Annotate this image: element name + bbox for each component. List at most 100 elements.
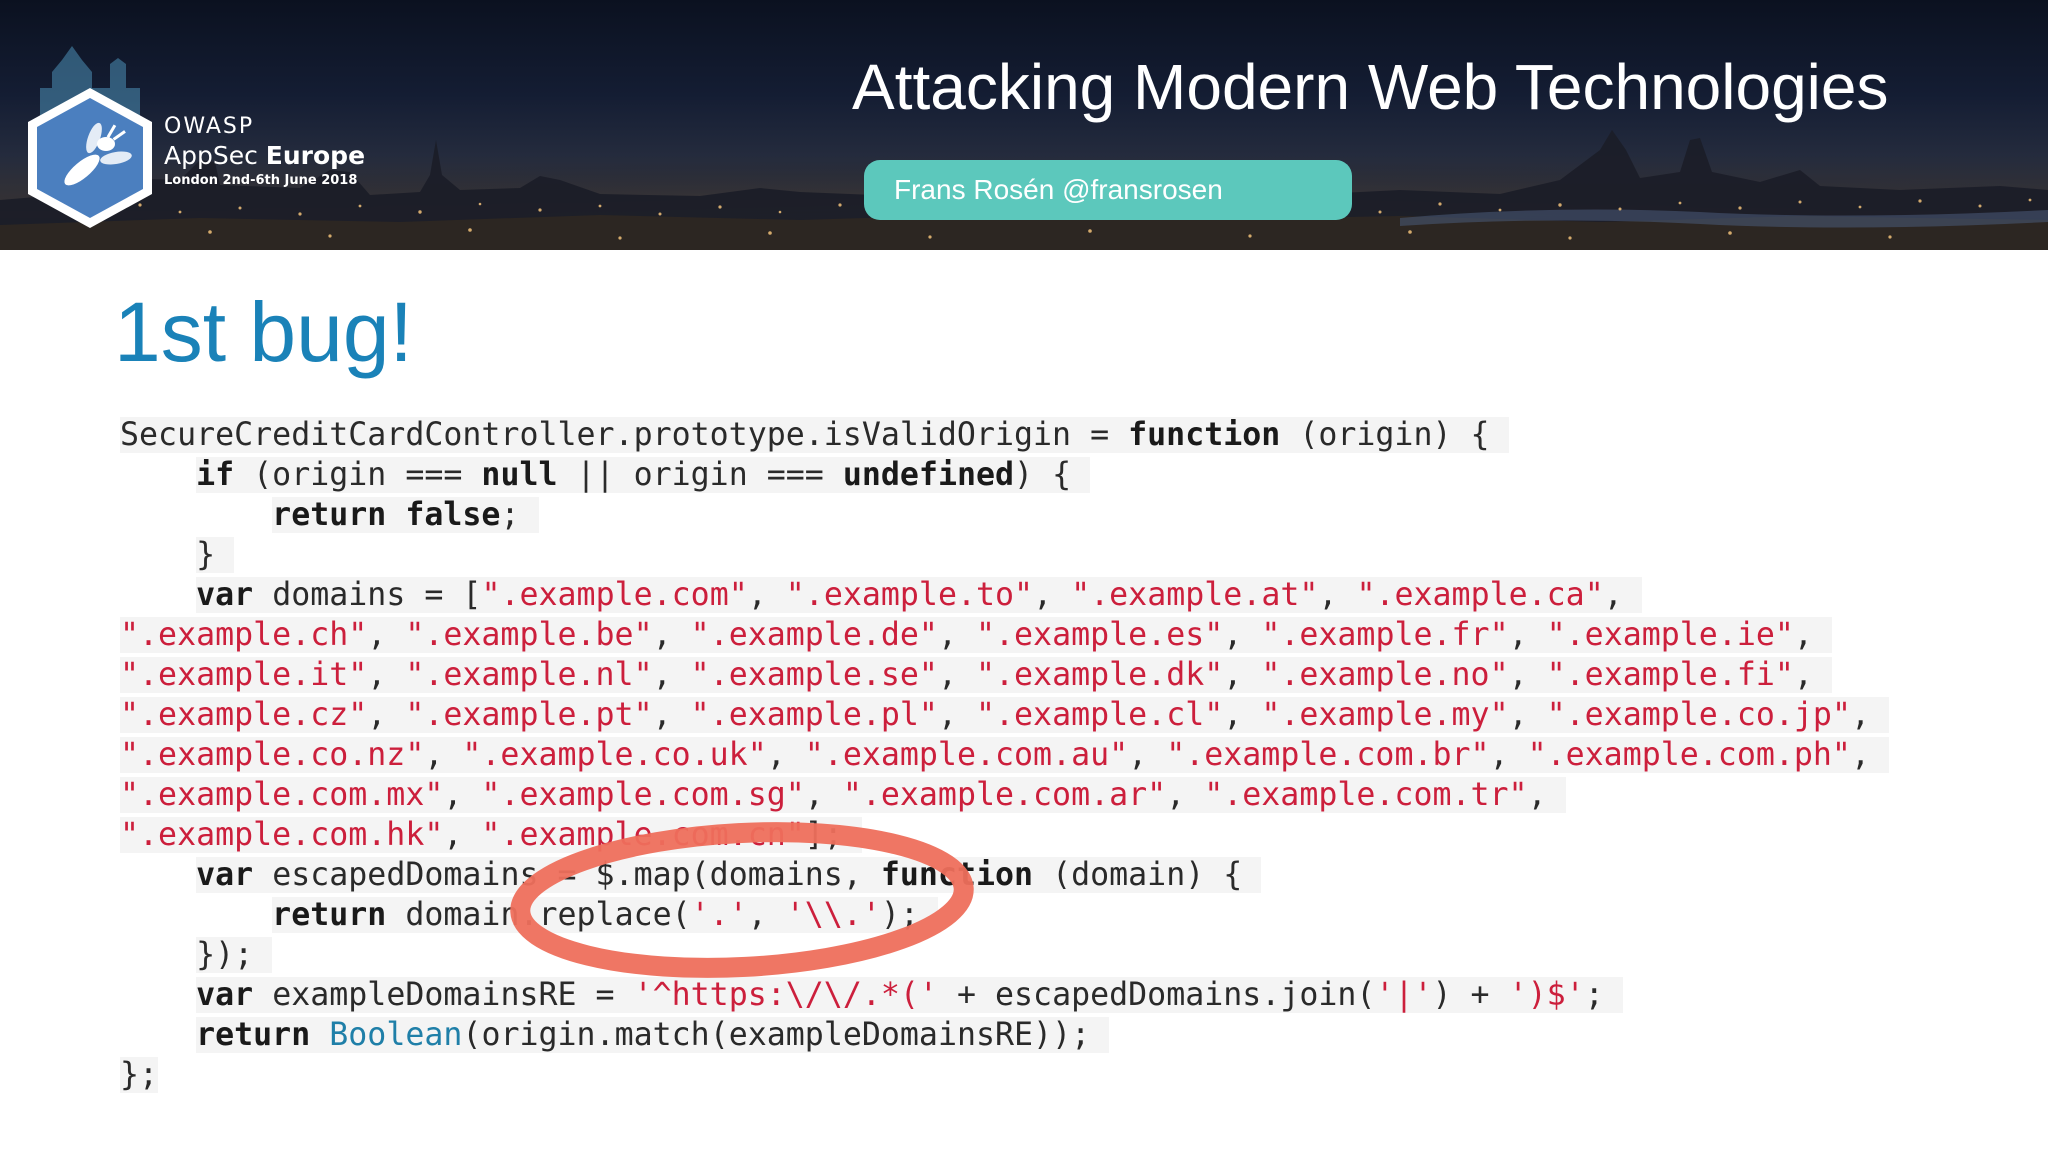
code-token: domain.replace(: [386, 897, 691, 933]
code-line-content: });: [196, 937, 273, 973]
code-line: ".example.cz", ".example.pt", ".example.…: [120, 695, 1890, 735]
owasp-logo: [28, 88, 152, 228]
code-token: return: [196, 1017, 311, 1053]
code-token: ".example.co.jp": [1546, 697, 1851, 733]
code-line: return domain.replace('.', '\\.');: [120, 895, 1889, 935]
code-line-content: ".example.com.hk", ".example.com.cn"];: [120, 817, 862, 853]
code-token: ,: [937, 617, 976, 653]
code-token: });: [196, 937, 273, 973]
code-token: ".example.com": [481, 577, 748, 613]
code-line: var domains = [".example.com", ".example…: [120, 575, 1889, 615]
code-line-content: ".example.ch", ".example.be", ".example.…: [120, 617, 1832, 653]
code-token: ,: [937, 657, 976, 693]
code-token: ".example.ch": [120, 617, 368, 653]
code-token: ".example.pl": [690, 697, 938, 733]
code-token: ".example.to": [785, 577, 1034, 613]
conference-name: AppSec Europe: [164, 140, 365, 172]
code-token: var: [196, 857, 254, 893]
code-token: ".example.com.tr": [1204, 777, 1528, 813]
code-line-content: var escapedDomains = $.map(domains, func…: [196, 857, 1262, 893]
code-token: ,: [1033, 577, 1072, 613]
code-token: function: [880, 857, 1034, 893]
code-token: ,: [443, 777, 482, 813]
code-token: ".example.com.ph": [1527, 737, 1851, 773]
code-token: ,: [652, 617, 691, 653]
code-token: ,: [1223, 657, 1262, 693]
code-token: ".example.com.au": [804, 737, 1129, 773]
code-token: ".example.se": [690, 657, 938, 693]
code-token: ,: [1850, 737, 1889, 773]
code-token: ".example.pt": [405, 697, 653, 733]
code-token: false: [405, 497, 501, 533]
code-token: escapedDomains = $.map(domains,: [253, 857, 881, 893]
code-token: ,: [652, 657, 691, 693]
code-token: ".example.com.sg": [481, 777, 805, 813]
code-token: ".example.dk": [975, 657, 1224, 693]
code-token: ".example.no": [1261, 657, 1509, 693]
code-line-content: return false;: [272, 497, 539, 533]
code-token: ".example.co.uk": [462, 737, 767, 773]
code-token: ,: [1489, 737, 1528, 773]
code-token: ".example.com.cn": [481, 817, 805, 853]
code-token: ".example.ie": [1546, 617, 1794, 653]
code-token: ,: [937, 697, 976, 733]
code-line-content: ".example.it", ".example.nl", ".example.…: [120, 657, 1832, 693]
owasp-wordmark: OWASP: [164, 114, 255, 139]
code-line: return Boolean(origin.match(exampleDomai…: [120, 1015, 1889, 1055]
code-token: ;: [1584, 977, 1623, 1013]
code-token: ,: [443, 817, 482, 853]
code-token: ,: [367, 657, 406, 693]
code-token: undefined: [842, 457, 1015, 493]
code-line: SecureCreditCardController.prototype.isV…: [120, 415, 1889, 455]
conference-branding: OWASP AppSec Europe London 2nd-6th June …: [164, 114, 365, 190]
code-line-content: SecureCreditCardController.prototype.isV…: [120, 417, 1509, 453]
header-banner: OWASP AppSec Europe London 2nd-6th June …: [0, 0, 2048, 250]
code-token: exampleDomainsRE =: [253, 977, 634, 1013]
code-token: ".example.com.ar": [842, 777, 1167, 813]
conference-suffix: Europe: [265, 141, 366, 170]
code-token: (origin) {: [1280, 417, 1509, 453]
code-line: });: [120, 935, 1889, 975]
code-token: if: [196, 457, 235, 493]
code-token: ".example.at": [1071, 577, 1319, 613]
code-token: ,: [747, 577, 786, 613]
code-line: if (origin === null || origin === undefi…: [120, 455, 1889, 495]
speaker-badge: Frans Rosén @fransrosen: [864, 160, 1352, 220]
code-token: var: [196, 577, 254, 613]
code-token: ".example.my": [1261, 697, 1509, 733]
slide-heading: 1st bug!: [114, 285, 413, 379]
code-token: ,: [1603, 577, 1642, 613]
code-token: return: [272, 897, 387, 933]
code-token: ,: [1223, 617, 1262, 653]
code-token: (origin ===: [234, 457, 482, 493]
code-token: ,: [1318, 577, 1357, 613]
code-token: ,: [747, 897, 786, 933]
code-token: (domain) {: [1033, 857, 1262, 893]
code-line-content: if (origin === null || origin === undefi…: [196, 457, 1091, 493]
code-line: return false;: [120, 495, 1889, 535]
conference-prefix: AppSec: [164, 141, 266, 170]
code-line-content: return Boolean(origin.match(exampleDomai…: [196, 1017, 1110, 1053]
code-token: ".example.cz": [120, 697, 368, 733]
code-token: ,: [1508, 657, 1547, 693]
code-token: function: [1128, 417, 1281, 453]
code-token: ,: [1793, 657, 1832, 693]
code-token: '^https:\/\/.*(': [633, 977, 938, 1013]
code-token: ,: [1223, 697, 1262, 733]
code-token: ) {: [1014, 457, 1091, 493]
code-token: }: [196, 537, 235, 573]
code-token: ,: [367, 697, 406, 733]
code-token: '.': [690, 897, 748, 933]
code-token: + escapedDomains.join(: [937, 977, 1376, 1013]
code-token: ".example.nl": [405, 657, 653, 693]
code-line: ".example.co.nz", ".example.co.uk", ".ex…: [120, 735, 1889, 775]
code-line: ".example.ch", ".example.be", ".example.…: [120, 615, 1889, 655]
code-line: ".example.it", ".example.nl", ".example.…: [120, 655, 1889, 695]
code-line: };: [120, 1055, 1889, 1095]
code-line-content: }: [196, 537, 235, 573]
code-token: SecureCreditCardController.prototype.isV…: [120, 417, 1129, 453]
code-token: ".example.com.br": [1166, 737, 1490, 773]
code-line: }: [120, 535, 1889, 575]
code-token: ,: [424, 737, 463, 773]
